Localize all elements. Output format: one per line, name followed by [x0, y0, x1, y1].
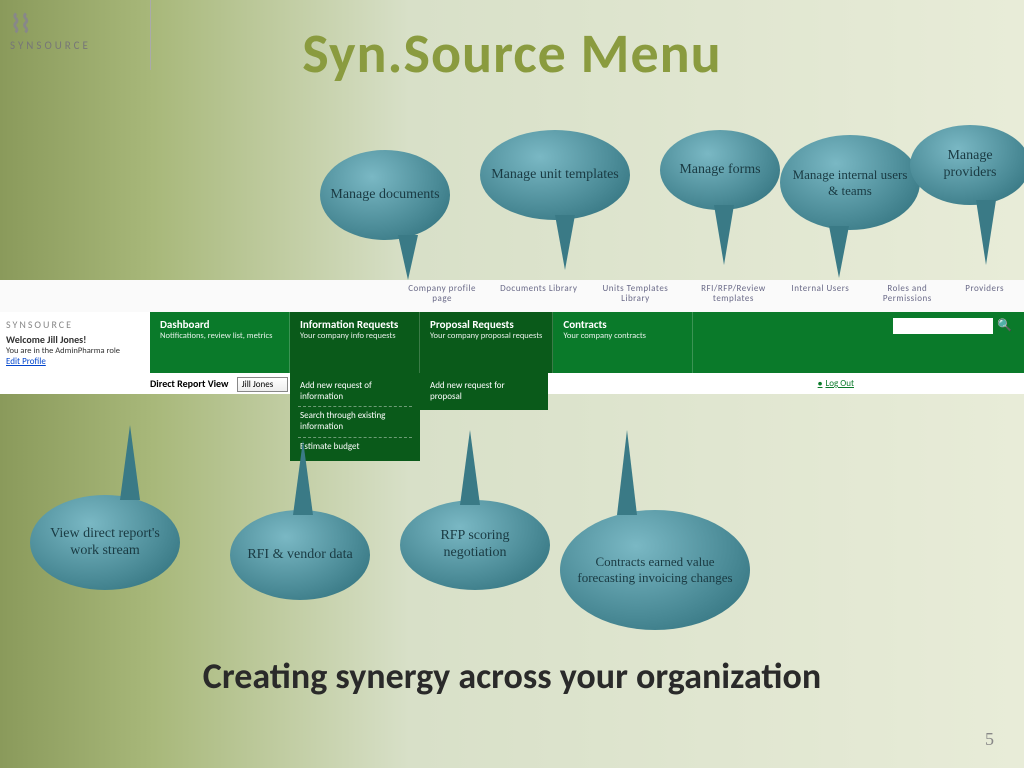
direct-report-select[interactable]: Jill Jones: [237, 377, 288, 392]
brand-logo: ⌇⌇ SYNSOURCE: [10, 10, 150, 70]
logout-link[interactable]: Log Out: [818, 378, 874, 389]
edit-profile-link[interactable]: Edit Profile: [6, 356, 144, 367]
proposal-add-request[interactable]: Add new request for proposal: [428, 377, 540, 407]
tab-units-templates[interactable]: Units Templates Library: [595, 284, 675, 304]
proposal-dropdown: Add new request for proposal: [420, 373, 548, 411]
logo-icon: ⌇⌇: [10, 10, 150, 39]
tab-rfi-rfp-templates[interactable]: RFI/RFP/Review templates: [693, 284, 773, 304]
callout-rfp-scoring: RFP scoring negotiation: [400, 500, 550, 590]
app-screenshot: Company profile page Documents Library U…: [0, 280, 1024, 394]
callout-view-direct-report: View direct report's work stream: [30, 495, 180, 590]
menu-proposal-requests[interactable]: Proposal Requests Your company proposal …: [420, 312, 553, 373]
direct-report-label: Direct Report View: [150, 377, 229, 390]
small-logo: SYNSOURCE: [6, 318, 144, 331]
callout-manage-providers: Manage providers: [910, 125, 1024, 205]
menu-contracts[interactable]: Contracts Your company contracts: [553, 312, 693, 373]
info-search[interactable]: Search through existing information: [298, 407, 412, 438]
callout-manage-documents: Manage documents: [320, 150, 450, 240]
search-input[interactable]: [893, 318, 993, 334]
main-menu: Dashboard Notifications, review list, me…: [150, 312, 1024, 373]
callout-manage-forms: Manage forms: [660, 130, 780, 210]
info-estimate-budget[interactable]: Estimate budget: [298, 438, 412, 457]
admin-tabs: Company profile page Documents Library U…: [0, 280, 1024, 312]
callout-manage-unit-templates: Manage unit templates: [480, 130, 630, 220]
user-panel: SYNSOURCE Welcome Jill Jones! You are in…: [0, 312, 150, 373]
menu-information-requests[interactable]: Information Requests Your company info r…: [290, 312, 420, 373]
tab-company-profile[interactable]: Company profile page: [402, 284, 482, 304]
search-icon[interactable]: 🔍: [997, 318, 1012, 333]
welcome-text: Welcome Jill Jones!: [6, 333, 144, 346]
search-area: 🔍: [881, 312, 1024, 373]
divider: [150, 0, 151, 70]
tab-providers[interactable]: Providers: [965, 284, 1004, 304]
tab-documents-library[interactable]: Documents Library: [500, 284, 577, 304]
tab-internal-users[interactable]: Internal Users: [791, 284, 849, 304]
info-add-request[interactable]: Add new request of information: [298, 377, 412, 408]
callout-manage-internal-users: Manage internal users & teams: [780, 135, 920, 230]
logo-text: SYNSOURCE: [10, 39, 150, 52]
tab-roles-permissions[interactable]: Roles and Permissions: [867, 284, 947, 304]
role-text: You are in the AdminPharma role: [6, 346, 144, 356]
tagline: Creating synergy across your organizatio…: [0, 654, 1024, 698]
callout-rfi-vendor: RFI & vendor data: [230, 510, 370, 600]
slide-title: Syn.Source Menu: [302, 20, 721, 88]
page-number: 5: [985, 729, 994, 750]
menu-dashboard[interactable]: Dashboard Notifications, review list, me…: [150, 312, 290, 373]
callout-contracts: Contracts earned value forecasting invoi…: [560, 510, 750, 630]
